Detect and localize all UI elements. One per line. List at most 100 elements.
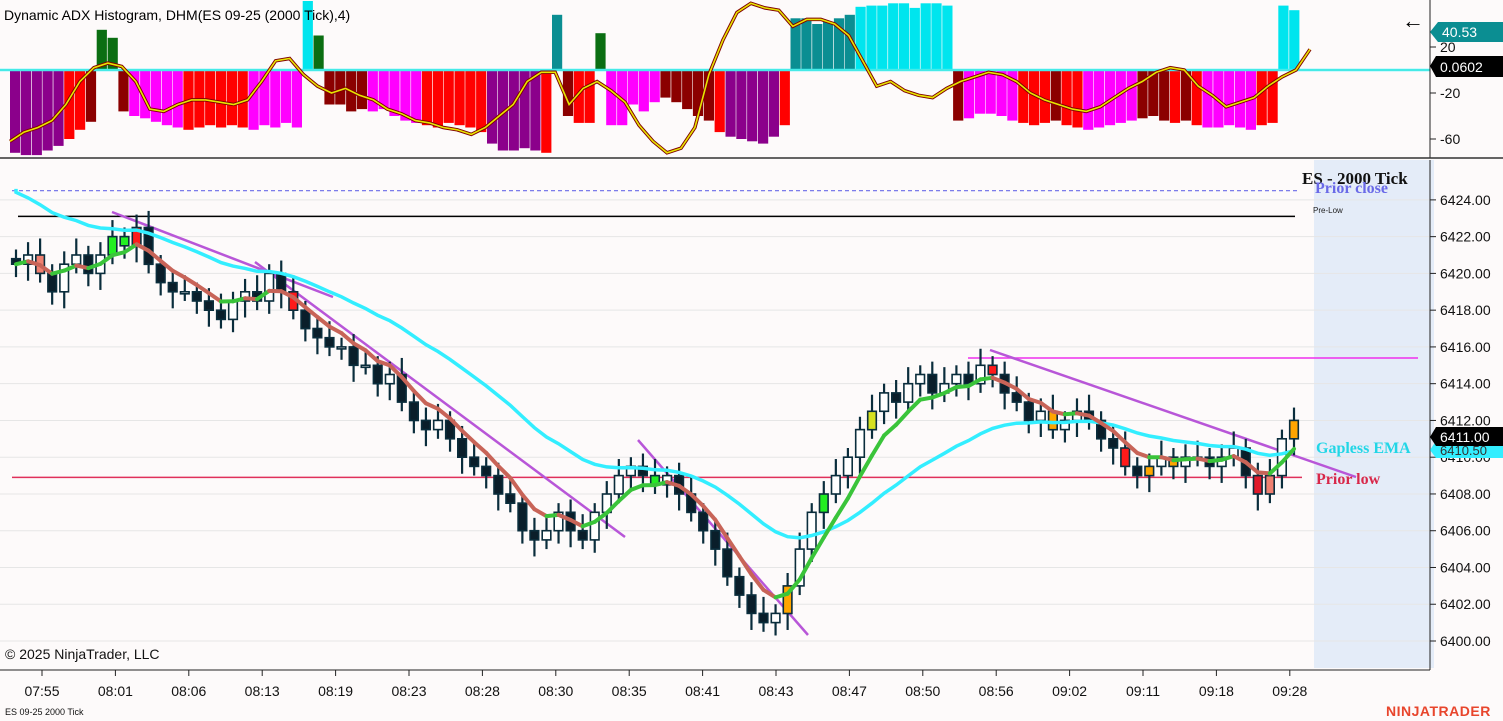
fast-ma-segment xyxy=(532,507,549,519)
candle-body xyxy=(517,502,528,532)
price-tick-label: 6424.00 xyxy=(1440,192,1491,208)
fast-ma-segment xyxy=(508,475,525,497)
back-arrow-icon[interactable]: ← xyxy=(1402,8,1424,33)
current-price-text: 6411.00 xyxy=(1440,429,1490,445)
candle-body xyxy=(155,263,166,284)
histogram-bar xyxy=(205,70,216,126)
candle-body xyxy=(71,254,82,265)
time-tick-label: 08:06 xyxy=(171,683,206,699)
candle-body xyxy=(312,327,323,339)
candle-body xyxy=(47,272,58,293)
candle-body xyxy=(167,281,178,293)
histogram-bar xyxy=(1159,70,1170,121)
candle-body xyxy=(324,336,335,348)
histogram-bar xyxy=(20,70,31,156)
fast-ma-segment xyxy=(858,453,874,479)
histogram-bar xyxy=(85,70,97,122)
indicator-axis: 20-20-60 xyxy=(1430,39,1460,147)
adx-value-text: 40.53 xyxy=(1442,24,1477,40)
time-tick-label: 09:11 xyxy=(1126,683,1160,699)
histogram-bar xyxy=(248,70,259,130)
candle-body xyxy=(191,290,202,302)
candle-body xyxy=(384,373,395,385)
fast-ma-segment xyxy=(327,324,344,336)
histogram-bar xyxy=(682,70,693,110)
price-tick-label: 6422.00 xyxy=(1440,229,1491,245)
histogram-bar xyxy=(324,70,335,105)
price-tick-label: 6414.00 xyxy=(1440,376,1491,392)
histogram-bar xyxy=(465,70,476,128)
histogram-bar xyxy=(812,24,823,70)
candle-body xyxy=(505,493,516,504)
instrument-label: ES 09-25 2000 Tick xyxy=(5,707,84,717)
histogram-bar xyxy=(270,70,281,128)
histogram-bar xyxy=(118,70,129,112)
candle-body xyxy=(107,235,118,256)
price-tick-label: 6404.00 xyxy=(1440,559,1491,575)
candle-body xyxy=(854,428,866,459)
histogram-bar xyxy=(1018,70,1029,123)
histogram-bar xyxy=(627,70,639,105)
histogram-bar xyxy=(1050,70,1061,121)
candle-body xyxy=(915,373,926,385)
candle-body xyxy=(710,529,721,550)
histogram-bar xyxy=(150,70,162,122)
candle-body xyxy=(589,511,600,541)
candle-body xyxy=(1144,465,1155,477)
histogram-bar xyxy=(42,70,53,151)
candle-body xyxy=(481,465,492,477)
candle-body xyxy=(119,235,130,247)
candle-body xyxy=(1288,419,1300,440)
histogram-bar xyxy=(432,70,443,128)
candle-body xyxy=(878,392,890,413)
time-tick-label: 08:23 xyxy=(391,683,426,699)
chart-canvas: Dynamic ADX Histogram, DHM(ES 09-25 (200… xyxy=(0,0,1503,719)
histogram-bar xyxy=(606,70,617,126)
candle-body xyxy=(577,529,588,541)
histogram-bar xyxy=(1267,70,1278,123)
price-tick-label: 6418.00 xyxy=(1440,302,1491,318)
candle-body xyxy=(1120,447,1131,468)
brand-logo: NINJATRADER xyxy=(1386,703,1491,719)
fast-ma-segment xyxy=(315,315,332,329)
fast-ma-segment xyxy=(870,433,887,458)
histogram-bar xyxy=(1169,70,1181,123)
candle-body xyxy=(215,309,227,321)
price-tick-label: 6408.00 xyxy=(1440,486,1491,502)
histogram-bar xyxy=(1126,70,1137,121)
current-price-label: 6411.00 xyxy=(1430,427,1503,446)
histogram-bar xyxy=(866,5,877,71)
zero-value-label: 0.0602 xyxy=(1430,56,1503,77)
indicator-tick-label: -20 xyxy=(1440,85,1460,101)
candle-body xyxy=(951,373,962,385)
histogram-bar xyxy=(1072,70,1083,128)
candle-body xyxy=(456,437,468,458)
histogram-bar xyxy=(216,70,227,128)
candle-body xyxy=(336,346,347,350)
time-tick-label: 08:56 xyxy=(979,683,1014,699)
histogram-bar xyxy=(530,70,541,151)
candle-body xyxy=(469,456,480,468)
histogram-bar xyxy=(356,70,368,110)
candle-body xyxy=(746,594,757,615)
histogram-bar xyxy=(660,70,671,98)
candle-body xyxy=(179,290,190,295)
histogram-bar xyxy=(1094,70,1105,128)
candle-body xyxy=(493,474,504,495)
fast-ma-segment xyxy=(436,406,452,421)
histogram-bar xyxy=(584,70,595,123)
histogram-bar xyxy=(888,3,899,70)
histogram-bar xyxy=(768,70,779,137)
histogram-bar xyxy=(638,70,649,112)
fast-ma-segment xyxy=(833,496,850,520)
candle-body xyxy=(987,364,998,376)
histogram-bar xyxy=(291,70,302,128)
zero-value-text: 0.0602 xyxy=(1440,59,1483,75)
trend-lines xyxy=(111,210,1357,636)
time-tick-label: 08:35 xyxy=(612,683,647,699)
fast-ma-segment xyxy=(894,409,911,427)
candle-body xyxy=(529,529,540,541)
histogram-bar xyxy=(31,70,42,156)
fast-ma-segment xyxy=(882,422,899,438)
pre-low-label: Pre-Low xyxy=(1313,206,1343,215)
